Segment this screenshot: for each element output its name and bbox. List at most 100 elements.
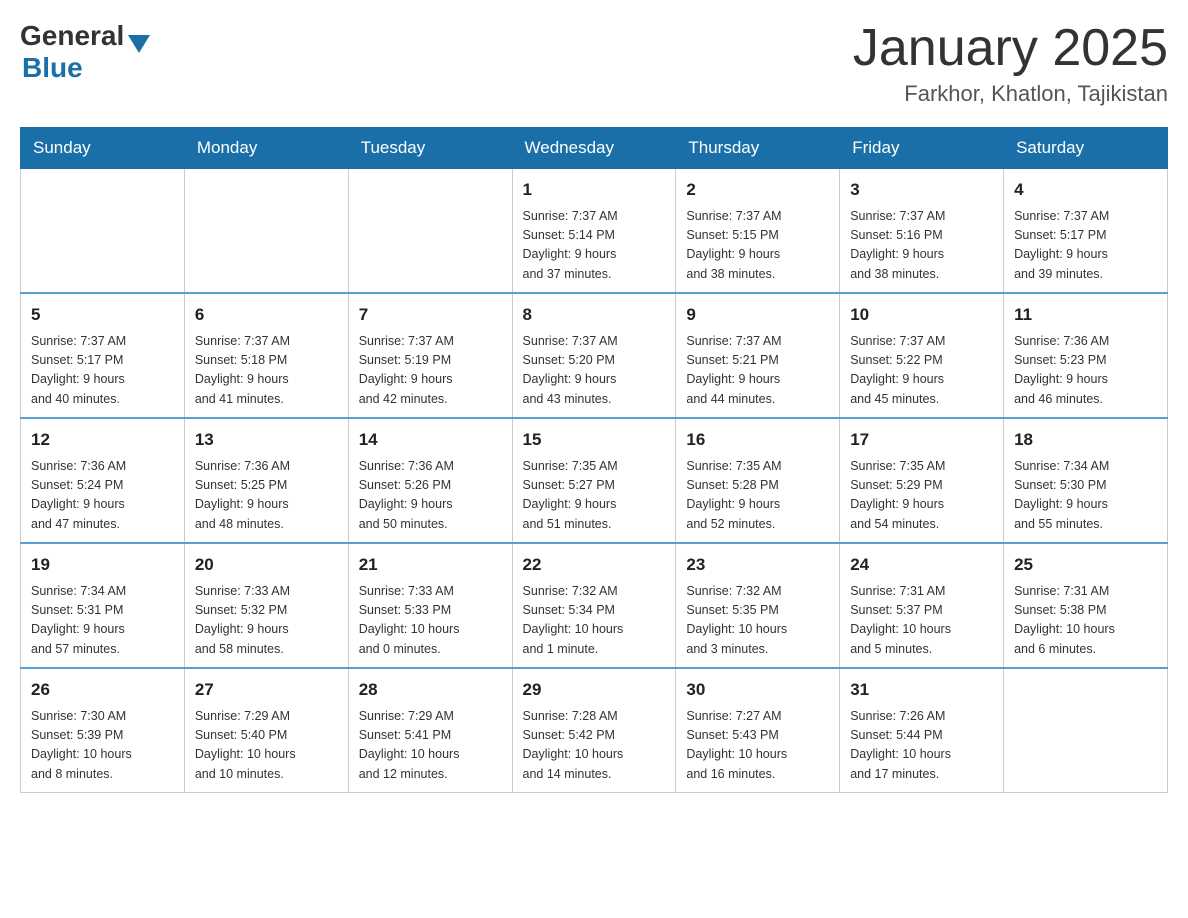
col-header-friday: Friday	[840, 128, 1004, 169]
day-info: Sunrise: 7:37 AMSunset: 5:18 PMDaylight:…	[195, 332, 338, 410]
calendar-cell: 5Sunrise: 7:37 AMSunset: 5:17 PMDaylight…	[21, 293, 185, 418]
day-number: 31	[850, 677, 993, 703]
col-header-monday: Monday	[184, 128, 348, 169]
calendar-week-4: 19Sunrise: 7:34 AMSunset: 5:31 PMDayligh…	[21, 543, 1168, 668]
day-info: Sunrise: 7:37 AMSunset: 5:15 PMDaylight:…	[686, 207, 829, 285]
day-number: 4	[1014, 177, 1157, 203]
page-header: General Blue January 2025 Farkhor, Khatl…	[20, 20, 1168, 107]
day-number: 6	[195, 302, 338, 328]
calendar-week-1: 1 Sunrise: 7:37 AMSunset: 5:14 PMDaylight…	[21, 169, 1168, 294]
day-number: 13	[195, 427, 338, 453]
day-info: Sunrise: 7:37 AMSunset: 5:14 PMDaylight:…	[523, 207, 666, 285]
day-info: Sunrise: 7:33 AMSunset: 5:33 PMDaylight:…	[359, 582, 502, 660]
day-number: 10	[850, 302, 993, 328]
day-info: Sunrise: 7:31 AMSunset: 5:37 PMDaylight:…	[850, 582, 993, 660]
day-number: 20	[195, 552, 338, 578]
day-info: Sunrise: 7:36 AMSunset: 5:24 PMDaylight:…	[31, 457, 174, 535]
calendar-cell: 8 Sunrise: 7:37 AMSunset: 5:20 PMDaylight…	[512, 293, 676, 418]
calendar-subtitle: Farkhor, Khatlon, Tajikistan	[853, 81, 1168, 107]
calendar-cell: 26 Sunrise: 7:30 AMSunset: 5:39 PMDayligh…	[21, 668, 185, 793]
calendar-cell: 13 Sunrise: 7:36 AMSunset: 5:25 PMDayligh…	[184, 418, 348, 543]
day-number: 21	[359, 552, 502, 578]
day-info: Sunrise: 7:37 AMSunset: 5:20 PMDaylight:…	[523, 332, 666, 410]
calendar-cell: 12 Sunrise: 7:36 AMSunset: 5:24 PMDayligh…	[21, 418, 185, 543]
day-number: 1	[523, 177, 666, 203]
logo-general-text: General	[20, 20, 124, 52]
day-number: 7	[359, 302, 502, 328]
day-number: 17	[850, 427, 993, 453]
col-header-thursday: Thursday	[676, 128, 840, 169]
calendar-cell: 19Sunrise: 7:34 AMSunset: 5:31 PMDayligh…	[21, 543, 185, 668]
day-info: Sunrise: 7:28 AMSunset: 5:42 PMDaylight:…	[523, 707, 666, 785]
day-number: 30	[686, 677, 829, 703]
day-info: Sunrise: 7:36 AMSunset: 5:26 PMDaylight:…	[359, 457, 502, 535]
day-info: Sunrise: 7:35 AMSunset: 5:28 PMDaylight:…	[686, 457, 829, 535]
col-header-tuesday: Tuesday	[348, 128, 512, 169]
day-info: Sunrise: 7:29 AMSunset: 5:41 PMDaylight:…	[359, 707, 502, 785]
day-number: 27	[195, 677, 338, 703]
day-number: 16	[686, 427, 829, 453]
day-info: Sunrise: 7:30 AMSunset: 5:39 PMDaylight:…	[31, 707, 174, 785]
day-info: Sunrise: 7:36 AMSunset: 5:25 PMDaylight:…	[195, 457, 338, 535]
col-header-saturday: Saturday	[1004, 128, 1168, 169]
day-info: Sunrise: 7:37 AMSunset: 5:21 PMDaylight:…	[686, 332, 829, 410]
calendar-cell	[348, 169, 512, 294]
day-info: Sunrise: 7:32 AMSunset: 5:34 PMDaylight:…	[523, 582, 666, 660]
calendar-cell: 30 Sunrise: 7:27 AMSunset: 5:43 PMDayligh…	[676, 668, 840, 793]
day-number: 29	[523, 677, 666, 703]
calendar-cell	[184, 169, 348, 294]
calendar-table: SundayMondayTuesdayWednesdayThursdayFrid…	[20, 127, 1168, 793]
calendar-cell: 23 Sunrise: 7:32 AMSunset: 5:35 PMDayligh…	[676, 543, 840, 668]
day-info: Sunrise: 7:37 AMSunset: 5:17 PMDaylight:…	[31, 332, 174, 410]
day-number: 3	[850, 177, 993, 203]
calendar-week-2: 5Sunrise: 7:37 AMSunset: 5:17 PMDaylight…	[21, 293, 1168, 418]
day-info: Sunrise: 7:31 AMSunset: 5:38 PMDaylight:…	[1014, 582, 1157, 660]
calendar-cell	[21, 169, 185, 294]
day-number: 12	[31, 427, 174, 453]
calendar-cell: 7 Sunrise: 7:37 AMSunset: 5:19 PMDaylight…	[348, 293, 512, 418]
day-number: 8	[523, 302, 666, 328]
calendar-cell: 20Sunrise: 7:33 AMSunset: 5:32 PMDayligh…	[184, 543, 348, 668]
calendar-cell: 14 Sunrise: 7:36 AMSunset: 5:26 PMDayligh…	[348, 418, 512, 543]
day-info: Sunrise: 7:37 AMSunset: 5:17 PMDaylight:…	[1014, 207, 1157, 285]
calendar-cell: 2 Sunrise: 7:37 AMSunset: 5:15 PMDaylight…	[676, 169, 840, 294]
day-number: 11	[1014, 302, 1157, 328]
day-number: 26	[31, 677, 174, 703]
day-info: Sunrise: 7:32 AMSunset: 5:35 PMDaylight:…	[686, 582, 829, 660]
day-number: 18	[1014, 427, 1157, 453]
day-number: 2	[686, 177, 829, 203]
day-info: Sunrise: 7:37 AMSunset: 5:22 PMDaylight:…	[850, 332, 993, 410]
calendar-cell: 25 Sunrise: 7:31 AMSunset: 5:38 PMDayligh…	[1004, 543, 1168, 668]
calendar-cell: 3Sunrise: 7:37 AMSunset: 5:16 PMDaylight…	[840, 169, 1004, 294]
calendar-cell: 18 Sunrise: 7:34 AMSunset: 5:30 PMDayligh…	[1004, 418, 1168, 543]
calendar-cell	[1004, 668, 1168, 793]
day-info: Sunrise: 7:34 AMSunset: 5:31 PMDaylight:…	[31, 582, 174, 660]
calendar-cell: 17Sunrise: 7:35 AMSunset: 5:29 PMDayligh…	[840, 418, 1004, 543]
calendar-cell: 29 Sunrise: 7:28 AMSunset: 5:42 PMDayligh…	[512, 668, 676, 793]
logo-triangle-icon	[128, 35, 150, 53]
calendar-cell: 10 Sunrise: 7:37 AMSunset: 5:22 PMDayligh…	[840, 293, 1004, 418]
day-number: 14	[359, 427, 502, 453]
day-number: 9	[686, 302, 829, 328]
col-header-wednesday: Wednesday	[512, 128, 676, 169]
day-info: Sunrise: 7:34 AMSunset: 5:30 PMDaylight:…	[1014, 457, 1157, 535]
day-number: 23	[686, 552, 829, 578]
day-number: 24	[850, 552, 993, 578]
calendar-cell: 22 Sunrise: 7:32 AMSunset: 5:34 PMDayligh…	[512, 543, 676, 668]
day-number: 22	[523, 552, 666, 578]
calendar-cell: 6 Sunrise: 7:37 AMSunset: 5:18 PMDaylight…	[184, 293, 348, 418]
day-info: Sunrise: 7:27 AMSunset: 5:43 PMDaylight:…	[686, 707, 829, 785]
calendar-cell: 15 Sunrise: 7:35 AMSunset: 5:27 PMDayligh…	[512, 418, 676, 543]
calendar-cell: 24 Sunrise: 7:31 AMSunset: 5:37 PMDayligh…	[840, 543, 1004, 668]
calendar-week-5: 26 Sunrise: 7:30 AMSunset: 5:39 PMDayligh…	[21, 668, 1168, 793]
calendar-cell: 28Sunrise: 7:29 AMSunset: 5:41 PMDayligh…	[348, 668, 512, 793]
day-info: Sunrise: 7:35 AMSunset: 5:27 PMDaylight:…	[523, 457, 666, 535]
day-info: Sunrise: 7:37 AMSunset: 5:19 PMDaylight:…	[359, 332, 502, 410]
day-number: 25	[1014, 552, 1157, 578]
calendar-title: January 2025	[853, 20, 1168, 77]
calendar-cell: 4 Sunrise: 7:37 AMSunset: 5:17 PMDaylight…	[1004, 169, 1168, 294]
day-info: Sunrise: 7:29 AMSunset: 5:40 PMDaylight:…	[195, 707, 338, 785]
day-info: Sunrise: 7:36 AMSunset: 5:23 PMDaylight:…	[1014, 332, 1157, 410]
calendar-cell: 27 Sunrise: 7:29 AMSunset: 5:40 PMDayligh…	[184, 668, 348, 793]
day-number: 15	[523, 427, 666, 453]
